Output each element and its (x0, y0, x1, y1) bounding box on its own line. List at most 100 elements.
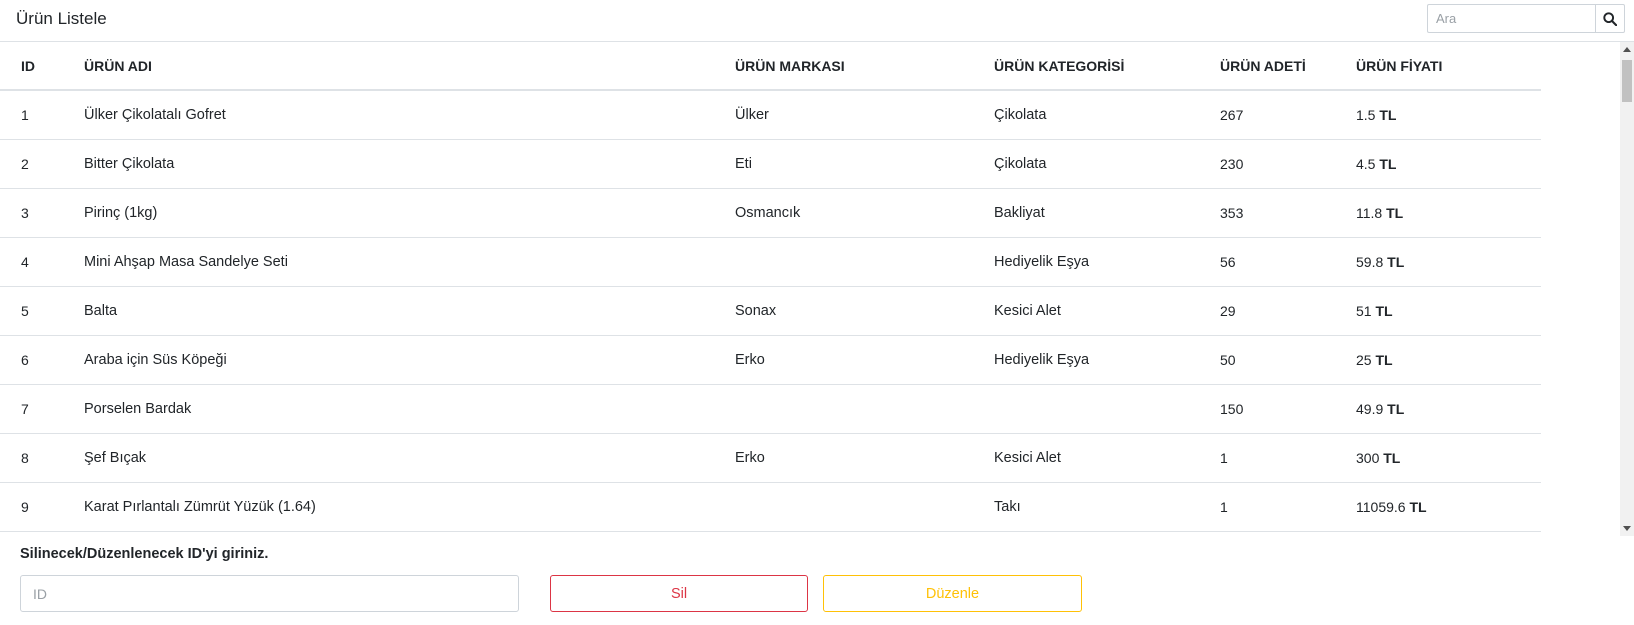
scroll-up-arrow-icon[interactable] (1623, 47, 1631, 52)
search-button[interactable] (1595, 4, 1625, 33)
price-value: 49.9 (1356, 400, 1384, 417)
cell-name: Porselen Bardak (63, 384, 714, 434)
table-row[interactable]: 1 Ülker Çikolatalı Gofret Ülker Çikolata 267… (0, 90, 1541, 140)
table-row[interactable]: 8 Şef Bıçak Erko Kesici Alet 1 300 TL (0, 433, 1541, 483)
cell-quantity: 230 (1199, 139, 1335, 189)
delete-button[interactable]: Sil (550, 575, 808, 612)
scroll-down-arrow-icon[interactable] (1623, 526, 1631, 531)
column-header-name: ÜRÜN ADI (63, 42, 714, 91)
cell-name: Bitter Çikolata (63, 139, 714, 189)
currency-label: TL (1409, 498, 1427, 515)
table-row[interactable]: 5 Balta Sonax Kesici Alet 29 51 TL (0, 286, 1541, 336)
cell-quantity: 50 (1199, 335, 1335, 385)
id-action-form: Silinecek/Düzenlenecek ID'yi giriniz. Si… (0, 536, 1634, 625)
price-value: 300 (1356, 449, 1380, 466)
cell-id: 9 (0, 482, 63, 532)
currency-label: TL (1379, 106, 1397, 123)
product-table-container: ID ÜRÜN ADI ÜRÜN MARKASI ÜRÜN KATEGORİSİ ÜRÜ… (0, 42, 1620, 536)
id-input[interactable] (20, 575, 519, 612)
cell-price: 59.8 TL (1335, 237, 1541, 287)
cell-category: Hediyelik Eşya (973, 335, 1199, 385)
table-body: 1 Ülker Çikolatalı Gofret Ülker Çikolata 267… (0, 90, 1541, 532)
cell-brand (714, 384, 973, 434)
column-header-price: ÜRÜN FİYATI (1335, 42, 1541, 91)
cell-price: 11059.6 TL (1335, 482, 1541, 532)
cell-brand: Erko (714, 335, 973, 385)
cell-category: Çikolata (973, 90, 1199, 140)
cell-name: Şef Bıçak (63, 433, 714, 483)
cell-category: Bakliyat (973, 188, 1199, 238)
search-group (1427, 4, 1625, 35)
search-input[interactable] (1427, 4, 1595, 33)
price-value: 4.5 (1356, 155, 1376, 172)
cell-brand (714, 482, 973, 532)
cell-id: 3 (0, 188, 63, 238)
cell-price: 1.5 TL (1335, 90, 1541, 140)
cell-price: 25 TL (1335, 335, 1541, 385)
cell-category: Çikolata (973, 139, 1199, 189)
cell-price: 49.9 TL (1335, 384, 1541, 434)
price-value: 1.5 (1356, 106, 1376, 123)
currency-label: TL (1375, 351, 1393, 368)
cell-category (973, 384, 1199, 434)
cell-price: 11.8 TL (1335, 188, 1541, 238)
table-row[interactable]: 7 Porselen Bardak 150 49.9 TL (0, 384, 1541, 434)
cell-category: Hediyelik Eşya (973, 237, 1199, 287)
edit-button[interactable]: Düzenle (823, 575, 1082, 612)
currency-label: TL (1375, 302, 1393, 319)
table-row[interactable]: 3 Pirinç (1kg) Osmancık Bakliyat 353 11.8 TL (0, 188, 1541, 238)
cell-price: 300 TL (1335, 433, 1541, 483)
price-value: 11.8 (1356, 204, 1383, 221)
vertical-scrollbar[interactable] (1620, 42, 1634, 536)
table-row[interactable]: 2 Bitter Çikolata Eti Çikolata 230 4.5 TL (0, 139, 1541, 189)
cell-brand: Erko (714, 433, 973, 483)
price-value: 59.8 (1356, 253, 1384, 270)
cell-id: 6 (0, 335, 63, 385)
cell-quantity: 1 (1199, 482, 1335, 532)
cell-brand (714, 237, 973, 287)
currency-label: TL (1383, 449, 1401, 466)
cell-quantity: 56 (1199, 237, 1335, 287)
cell-id: 1 (0, 90, 63, 140)
table-row[interactable]: 9 Karat Pırlantalı Zümrüt Yüzük (1.64) Tak… (0, 482, 1541, 532)
column-header-id: ID (0, 42, 63, 91)
column-header-category: ÜRÜN KATEGORİSİ (973, 42, 1199, 91)
price-value: 25 (1356, 351, 1372, 368)
cell-brand: Ülker (714, 90, 973, 140)
currency-label: TL (1387, 400, 1405, 417)
table-row[interactable]: 6 Araba için Süs Köpeği Erko Hediyelik Eşya… (0, 335, 1541, 385)
table-row[interactable]: 4 Mini Ahşap Masa Sandelye Seti Hediyelik … (0, 237, 1541, 287)
cell-id: 2 (0, 139, 63, 189)
cell-id: 8 (0, 433, 63, 483)
scroll-thumb[interactable] (1622, 60, 1632, 102)
cell-id: 7 (0, 384, 63, 434)
cell-brand: Sonax (714, 286, 973, 336)
cell-id: 5 (0, 286, 63, 336)
cell-category: Takı (973, 482, 1199, 532)
currency-label: TL (1379, 155, 1397, 172)
cell-quantity: 150 (1199, 384, 1335, 434)
cell-quantity: 29 (1199, 286, 1335, 336)
cell-name: Araba için Süs Köpeği (63, 335, 714, 385)
cell-category: Kesici Alet (973, 286, 1199, 336)
column-header-brand: ÜRÜN MARKASI (714, 42, 973, 91)
currency-label: TL (1386, 204, 1404, 221)
cell-quantity: 353 (1199, 188, 1335, 238)
price-value: 11059.6 (1356, 498, 1406, 515)
page-header: Ürün Listele (0, 0, 1634, 42)
cell-name: Ülker Çikolatalı Gofret (63, 90, 714, 140)
cell-price: 51 TL (1335, 286, 1541, 336)
cell-name: Mini Ahşap Masa Sandelye Seti (63, 237, 714, 287)
cell-quantity: 267 (1199, 90, 1335, 140)
cell-category: Kesici Alet (973, 433, 1199, 483)
cell-quantity: 1 (1199, 433, 1335, 483)
cell-name: Pirinç (1kg) (63, 188, 714, 238)
page-title: Ürün Listele (16, 9, 107, 28)
id-form-label: Silinecek/Düzenlenecek ID'yi giriniz. (20, 546, 269, 562)
price-value: 51 (1356, 302, 1372, 319)
cell-price: 4.5 TL (1335, 139, 1541, 189)
search-icon (1603, 11, 1617, 26)
column-header-quantity: ÜRÜN ADETİ (1199, 42, 1335, 91)
cell-name: Balta (63, 286, 714, 336)
currency-label: TL (1387, 253, 1405, 270)
